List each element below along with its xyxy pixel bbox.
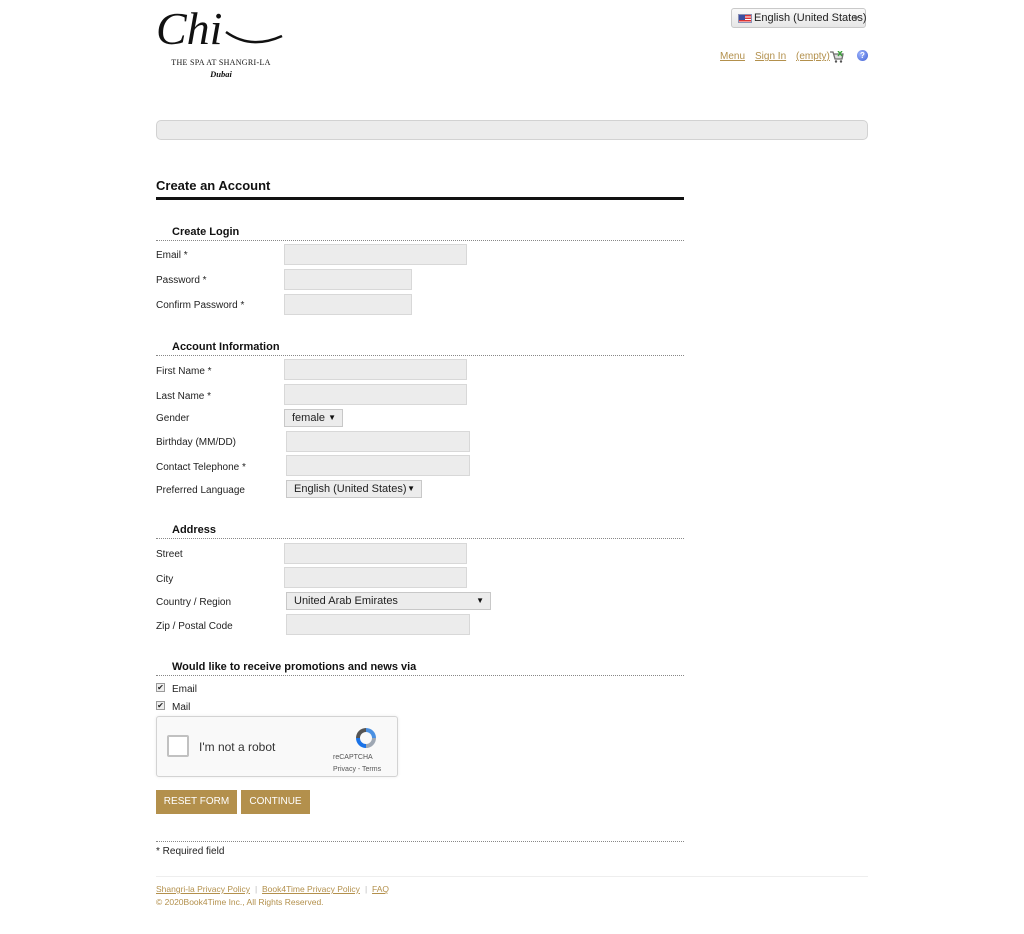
section-title-create-login: Create Login [172, 226, 240, 238]
us-flag-icon [738, 14, 752, 23]
gender-select-value: female [292, 412, 326, 424]
recaptcha-checkbox[interactable] [167, 735, 189, 757]
recaptcha-label: I'm not a robot [199, 740, 276, 754]
promo-email-checkbox[interactable]: ✔ [156, 683, 165, 692]
sign-in-link[interactable]: Sign In [755, 51, 786, 62]
birthday-input[interactable] [286, 431, 470, 452]
section-title-promotions: Would like to receive promotions and new… [172, 661, 417, 673]
birthday-label: Birthday (MM/DD) [156, 437, 237, 448]
password-label: Password * [156, 275, 207, 286]
recaptcha-logo-icon [353, 725, 379, 751]
confirm-password-label: Confirm Password * [156, 300, 245, 311]
zip-label: Zip / Postal Code [156, 621, 233, 632]
recaptcha-widget: I'm not a robot reCAPTCHA Privacy - Term… [156, 716, 398, 777]
telephone-label: Contact Telephone * [156, 462, 246, 473]
svg-text:Chi: Chi [156, 3, 222, 54]
gender-label: Gender [156, 413, 190, 424]
language-selector[interactable]: English (United States) ▼ [731, 8, 867, 28]
footer-link-faq[interactable]: FAQ [372, 884, 389, 894]
gender-select[interactable]: female ▼ [284, 409, 343, 427]
reset-form-button[interactable]: RESET FORM [156, 790, 237, 814]
city-label: City [156, 574, 174, 585]
brand-logo: Chi [156, 2, 286, 54]
footer-separator: | [255, 884, 258, 894]
footer-link-shangri-la-privacy[interactable]: Shangri-la Privacy Policy [156, 884, 250, 894]
footer-link-book4time-privacy[interactable]: Book4Time Privacy Policy [262, 884, 360, 894]
chevron-down-icon: ▼ [407, 484, 415, 493]
language-selector-label: English (United States) [754, 12, 867, 24]
country-select[interactable]: United Arab Emirates ▼ [286, 592, 491, 610]
section-title-address: Address [172, 524, 217, 536]
copyright-text: © 2020Book4Time Inc., All Rights Reserve… [156, 897, 324, 907]
preferred-language-select[interactable]: English (United States) ▼ [286, 480, 422, 498]
password-input[interactable] [284, 269, 412, 290]
continue-button[interactable]: CONTINUE [241, 790, 310, 814]
promo-mail-checkbox[interactable]: ✔ [156, 701, 165, 710]
telephone-input[interactable] [286, 455, 470, 476]
footer-divider [156, 876, 868, 877]
section-title-account-information: Account Information [172, 341, 280, 353]
recaptcha-brand: reCAPTCHA [333, 754, 373, 761]
promo-email-label: Email [172, 684, 198, 695]
street-label: Street [156, 549, 183, 560]
footer-divider [156, 841, 684, 842]
recaptcha-terms-link[interactable]: Privacy - Terms [333, 766, 381, 773]
first-name-input[interactable] [284, 359, 467, 380]
country-label: Country / Region [156, 597, 232, 608]
cart-icon[interactable] [830, 50, 844, 63]
menu-link[interactable]: Menu [720, 51, 745, 62]
progress-bar [156, 120, 868, 140]
email-label: Email * [156, 250, 188, 261]
street-input[interactable] [284, 543, 467, 564]
help-icon[interactable]: ? [857, 50, 868, 61]
promo-mail-label: Mail [172, 702, 191, 713]
footer-separator: | [365, 884, 368, 894]
preferred-language-value: English (United States) [294, 483, 407, 495]
confirm-password-input[interactable] [284, 294, 412, 315]
chevron-down-icon: ▼ [328, 413, 336, 422]
brand-tagline: THE SPA AT SHANGRI-LA [171, 58, 271, 67]
section-divider [156, 240, 684, 241]
section-divider [156, 355, 684, 356]
chevron-down-icon: ▼ [852, 14, 860, 23]
section-divider [156, 675, 684, 676]
city-input[interactable] [284, 567, 467, 588]
last-name-input[interactable] [284, 384, 467, 405]
page-title: Create an Account [156, 178, 271, 193]
section-divider [156, 538, 684, 539]
country-select-value: United Arab Emirates [294, 595, 398, 607]
brand-location: Dubai [210, 69, 232, 79]
preferred-language-label: Preferred Language [156, 485, 245, 496]
chevron-down-icon: ▼ [476, 596, 484, 605]
required-field-note: * Required field [156, 846, 225, 857]
email-input[interactable] [284, 244, 467, 265]
zip-input[interactable] [286, 614, 470, 635]
last-name-label: Last Name * [156, 391, 212, 402]
first-name-label: First Name * [156, 366, 212, 377]
cart-link[interactable]: (empty) [796, 51, 830, 62]
title-divider [156, 197, 684, 200]
